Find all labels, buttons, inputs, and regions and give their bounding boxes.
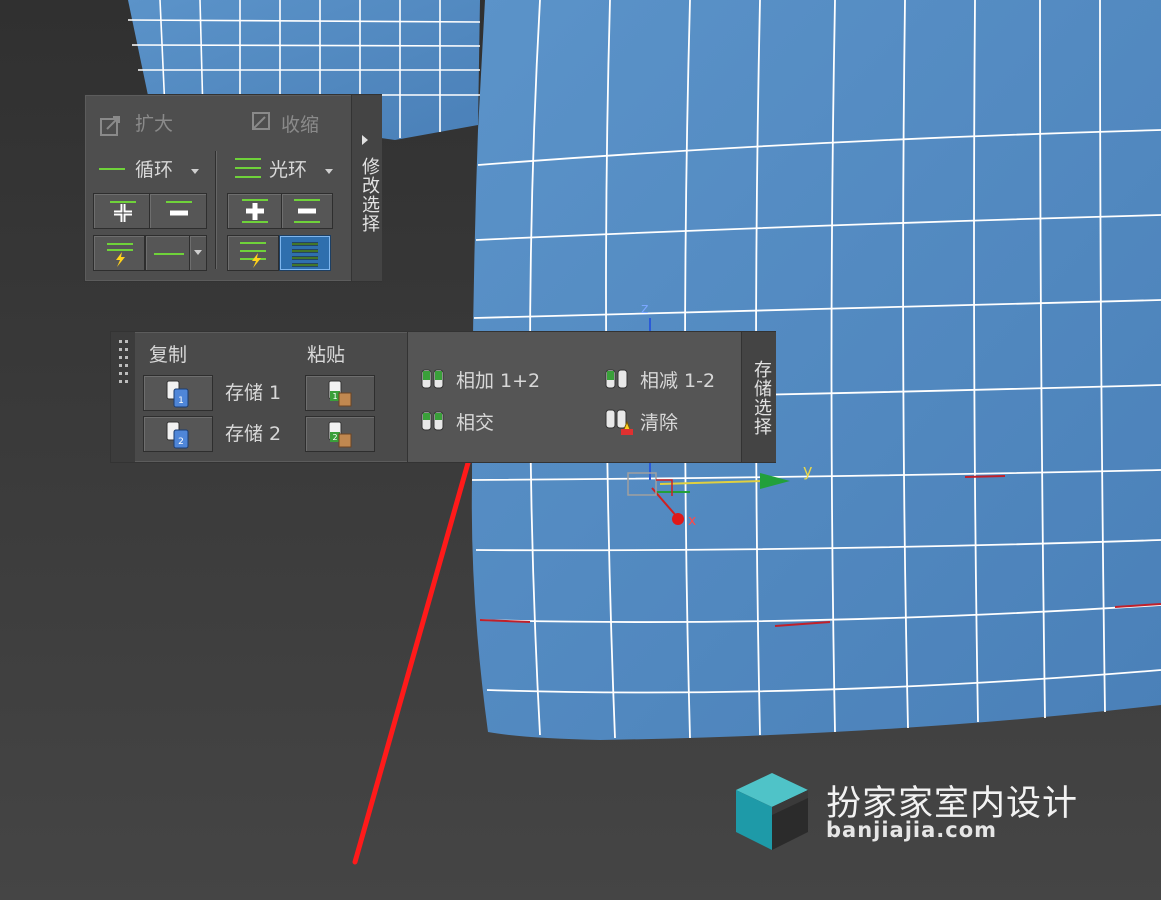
svg-text:1: 1 [178, 396, 184, 406]
loop-label: 循环 [135, 159, 174, 181]
copy-store2-button[interactable]: 2 [143, 416, 213, 452]
expand-arrow-icon [362, 135, 368, 145]
plus-icon [110, 201, 136, 222]
loop-icon [99, 168, 125, 170]
grow-icon [100, 116, 120, 136]
clear-sets-icon [605, 409, 633, 435]
ring-dropdown-arrow-icon [325, 169, 333, 174]
store2-label: 存储 2 [225, 423, 282, 445]
gizmo-y-label: y [803, 461, 813, 480]
shrink-label: 收缩 [281, 114, 320, 136]
store1-label: 存储 1 [225, 382, 282, 404]
ring-select-button[interactable] [279, 235, 331, 271]
add-label: 相加 1+2 [456, 370, 541, 392]
subtract-button[interactable]: 相减 1-2 [604, 368, 734, 394]
intersect-sets-icon [421, 411, 444, 431]
clear-label: 清除 [640, 412, 679, 434]
ring-subtract-button[interactable] [281, 193, 333, 229]
panel-divider [215, 151, 216, 269]
grow-label: 扩大 [135, 113, 174, 135]
ring-label: 光环 [269, 159, 308, 181]
minus-icon [294, 199, 320, 223]
add-sets-icon [421, 369, 444, 389]
loop-add-button[interactable] [93, 193, 151, 229]
ring-icon [235, 158, 261, 178]
modify-selection-tab-label: 修改选择 [359, 157, 380, 233]
loop-shift-button[interactable] [93, 235, 145, 271]
grip-icon [119, 340, 128, 383]
gizmo-x-label: x [688, 513, 697, 529]
loop-select-button[interactable] [145, 235, 191, 271]
loop-dropdown-arrow-icon [191, 169, 199, 174]
minus-icon [166, 201, 192, 216]
gizmo-z-label: z [641, 301, 649, 317]
loop-dropdown[interactable]: 循环 [95, 155, 203, 183]
add-button[interactable]: 相加 1+2 [420, 368, 570, 394]
subtract-label: 相减 1-2 [640, 370, 716, 392]
ring-dropdown[interactable]: 光环 [231, 153, 341, 183]
paste-store-icon: 1 [328, 380, 352, 407]
stored-selections-tab[interactable]: 存储选择 [741, 332, 776, 462]
subtract-sets-icon [605, 369, 628, 389]
clear-button[interactable]: 清除 [604, 408, 734, 436]
modify-selection-tab[interactable]: 修改选择 [351, 95, 382, 281]
ring-add-button[interactable] [227, 193, 283, 229]
svg-text:2: 2 [178, 437, 184, 447]
plus-icon [242, 199, 268, 223]
copy-store1-button[interactable]: 1 [143, 375, 213, 411]
paste-store-icon: 2 [328, 421, 352, 448]
paste-store1-button[interactable]: 1 [305, 375, 375, 411]
ring-shift-icon [240, 242, 266, 268]
drag-handle[interactable] [111, 332, 135, 462]
grow-button[interactable]: 扩大 [97, 111, 197, 139]
shrink-icon [252, 112, 270, 130]
stored-selections-tab-label: 存储选择 [751, 360, 772, 436]
copy-store-icon: 1 [166, 380, 189, 408]
svg-text:2: 2 [332, 433, 337, 442]
stored-selections-panel: 复制 粘贴 1 存储 1 1 2 存储 2 2 相加 1+2 相减 1-2 相交… [110, 331, 776, 463]
intersect-label: 相交 [456, 412, 495, 434]
loop-select-icon [154, 253, 184, 255]
loop-subtract-button[interactable] [149, 193, 207, 229]
loop-options-dropdown[interactable] [189, 235, 207, 271]
watermark-url: banjiajia.com [826, 818, 998, 842]
paste-store2-button[interactable]: 2 [305, 416, 375, 452]
svg-text:1: 1 [332, 392, 337, 401]
ring-select-icon [292, 242, 318, 267]
paste-label: 粘贴 [307, 344, 346, 366]
ring-shift-button[interactable] [227, 235, 279, 271]
modify-selection-panel: 扩大 收缩 循环 光环 修改选择 [84, 94, 382, 282]
copy-store-icon: 2 [166, 421, 189, 449]
loop-shift-icon [107, 243, 133, 267]
chevron-down-icon [194, 250, 202, 255]
intersect-button[interactable]: 相交 [420, 410, 570, 436]
copy-label: 复制 [149, 344, 188, 366]
operations-section: 相加 1+2 相减 1-2 相交 清除 [407, 332, 742, 462]
shrink-button[interactable]: 收缩 [243, 111, 343, 139]
